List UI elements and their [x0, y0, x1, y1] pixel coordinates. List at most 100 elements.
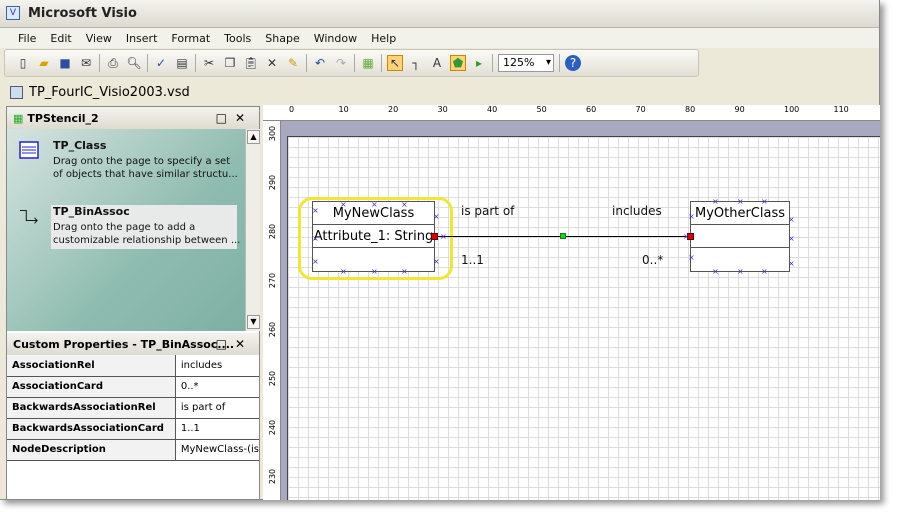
- shapes-icon[interactable]: ▦: [360, 55, 376, 71]
- menu-shape[interactable]: Shape: [265, 32, 299, 45]
- property-value[interactable]: is part of: [175, 397, 259, 419]
- class-myotherclass[interactable]: MyOtherClass: [690, 201, 790, 272]
- stencil-header: ▦ TPStencil_2 □✕: [7, 107, 259, 129]
- menu-insert[interactable]: Insert: [126, 32, 158, 45]
- connection-point-icon: ×: [788, 234, 795, 243]
- property-row: BackwardsAssociationCard 1..1: [7, 418, 259, 440]
- class-attribute[interactable]: Attribute_1: String: [313, 225, 434, 248]
- connection-point-icon: ×: [737, 197, 744, 206]
- pointer-tool-icon[interactable]: ↖: [387, 55, 403, 71]
- menu-bar: File Edit View Insert Format Tools Shape…: [0, 28, 879, 48]
- forward-relation-label: includes: [612, 204, 662, 218]
- ruler-tick-label: 40: [487, 105, 498, 114]
- ruler-tick-label: 250: [268, 370, 278, 387]
- menu-view[interactable]: View: [86, 32, 112, 45]
- property-value[interactable]: 0..*: [175, 376, 259, 398]
- left-ruler: 300 290 280 270 260 250 240 230: [263, 121, 281, 500]
- forward-cardinality-label: 0..*: [642, 253, 664, 267]
- separator: [354, 54, 355, 72]
- spelling-icon[interactable]: ✓: [153, 55, 169, 71]
- menu-help[interactable]: Help: [371, 32, 396, 45]
- undo-icon[interactable]: ↶: [312, 55, 328, 71]
- connection-point-icon: ×: [401, 200, 408, 209]
- ruler-tick-label: 260: [268, 321, 278, 338]
- maximize-icon[interactable]: □: [216, 337, 235, 351]
- separator: [195, 54, 196, 72]
- class-attributes: [691, 225, 789, 248]
- menu-edit[interactable]: Edit: [50, 32, 71, 45]
- connection-point-icon: ×: [440, 232, 447, 241]
- connection-point-icon: ×: [688, 253, 695, 262]
- connection-point-icon: ×: [433, 257, 440, 266]
- connection-point-icon: ×: [761, 197, 768, 206]
- stencil-scrollbar[interactable]: ▲ ▼: [245, 129, 260, 331]
- maximize-icon[interactable]: □: [216, 111, 235, 125]
- property-row: NodeDescription MyNewClass-(is: [7, 439, 259, 461]
- connection-point-icon: ×: [401, 267, 408, 276]
- property-row: BackwardsAssociationRel is part of: [7, 397, 259, 419]
- save-icon[interactable]: ■: [57, 55, 73, 71]
- master-tp-binassoc[interactable]: TP_BinAssoc Drag onto the page to add ac…: [13, 205, 243, 250]
- text-tool-icon[interactable]: A: [429, 55, 445, 71]
- close-icon[interactable]: ✕: [235, 111, 253, 125]
- connection-point-icon: ×: [788, 215, 795, 224]
- stencil-title: TPStencil_2: [27, 111, 99, 125]
- connection-point-icon: ×: [312, 206, 319, 215]
- help-icon[interactable]: ?: [565, 55, 581, 71]
- class-mynewclass[interactable]: MyNewClass Attribute_1: String: [312, 201, 435, 272]
- top-ruler: 0 10 20 30 40 50 60 70 80 90 100 110: [263, 105, 880, 121]
- scroll-down-icon[interactable]: ▼: [247, 315, 260, 329]
- ruler-tick-label: 30: [437, 105, 448, 114]
- run-icon[interactable]: ▸: [471, 55, 487, 71]
- close-icon[interactable]: ✕: [235, 337, 253, 351]
- open-icon[interactable]: ▰: [36, 55, 52, 71]
- master-tp-class[interactable]: TP_Class Drag onto the page to specify a…: [13, 139, 243, 184]
- class-shape-icon: [19, 141, 39, 159]
- zoom-select[interactable]: 125%: [498, 54, 554, 72]
- association-begin-handle[interactable]: [431, 233, 438, 240]
- ruler-tick-label: 70: [635, 105, 646, 114]
- copy-icon[interactable]: ❐: [222, 55, 238, 71]
- print-icon[interactable]: ⎙: [105, 55, 121, 71]
- menu-file[interactable]: File: [18, 32, 36, 45]
- connector-tool-icon[interactable]: ┐: [408, 55, 424, 71]
- menu-format[interactable]: Format: [171, 32, 210, 45]
- menu-window[interactable]: Window: [314, 32, 357, 45]
- format-painter-icon[interactable]: ✎: [285, 55, 301, 71]
- connection-point-icon: ×: [737, 267, 744, 276]
- property-row: AssociationCard 0..*: [7, 376, 259, 398]
- left-panel: ▦ TPStencil_2 □✕ TP_Class Drag onto the …: [6, 106, 260, 500]
- delete-icon[interactable]: ✕: [264, 55, 280, 71]
- connection-point-icon: ×: [761, 267, 768, 276]
- ruler-tick-label: 290: [268, 174, 278, 191]
- stencil-icon: ▦: [13, 111, 24, 125]
- scroll-up-icon[interactable]: ▲: [247, 130, 260, 144]
- property-value[interactable]: MyNewClass-(is: [175, 439, 259, 461]
- drawing-page[interactable]: [287, 136, 880, 500]
- ruler-tick-label: 240: [268, 419, 278, 436]
- property-value[interactable]: includes: [175, 355, 259, 377]
- mail-icon[interactable]: ✉: [78, 55, 94, 71]
- document-icon: [10, 85, 23, 99]
- app-title: Microsoft Visio: [28, 6, 137, 21]
- paste-icon[interactable]: 📋︎: [243, 55, 259, 71]
- property-value[interactable]: 1..1: [175, 418, 259, 440]
- menu-tools[interactable]: Tools: [224, 32, 251, 45]
- visio-window: V Microsoft Visio File Edit View Insert …: [0, 0, 880, 500]
- print-preview-icon[interactable]: 🔍︎: [126, 55, 142, 71]
- research-icon[interactable]: ▤: [174, 55, 190, 71]
- custom-properties-panel: Custom Properties - TP_BinAssoc.... □✕ A…: [7, 333, 259, 461]
- stencil-body: TP_Class Drag onto the page to specify a…: [7, 129, 245, 331]
- new-icon[interactable]: ▯: [15, 55, 31, 71]
- connection-point-tool-icon[interactable]: ⬟: [450, 55, 466, 71]
- ruler-tick-label: 230: [268, 468, 278, 485]
- connection-point-icon: ×: [340, 267, 347, 276]
- standard-toolbar: ▯ ▰ ■ ✉ ⎙ 🔍︎ ✓ ▤ ✂ ❐ 📋︎ ✕ ✎ ↶ ↷ ▦ ↖ ┐ A …: [4, 49, 699, 77]
- backward-relation-label: is part of: [461, 204, 515, 218]
- association-shape-icon: [19, 210, 38, 224]
- connection-point-icon: ×: [312, 257, 319, 266]
- redo-icon[interactable]: ↷: [333, 55, 349, 71]
- cut-icon[interactable]: ✂: [201, 55, 217, 71]
- association-midpoint-handle[interactable]: [560, 233, 566, 239]
- visio-app-icon: V: [6, 6, 20, 20]
